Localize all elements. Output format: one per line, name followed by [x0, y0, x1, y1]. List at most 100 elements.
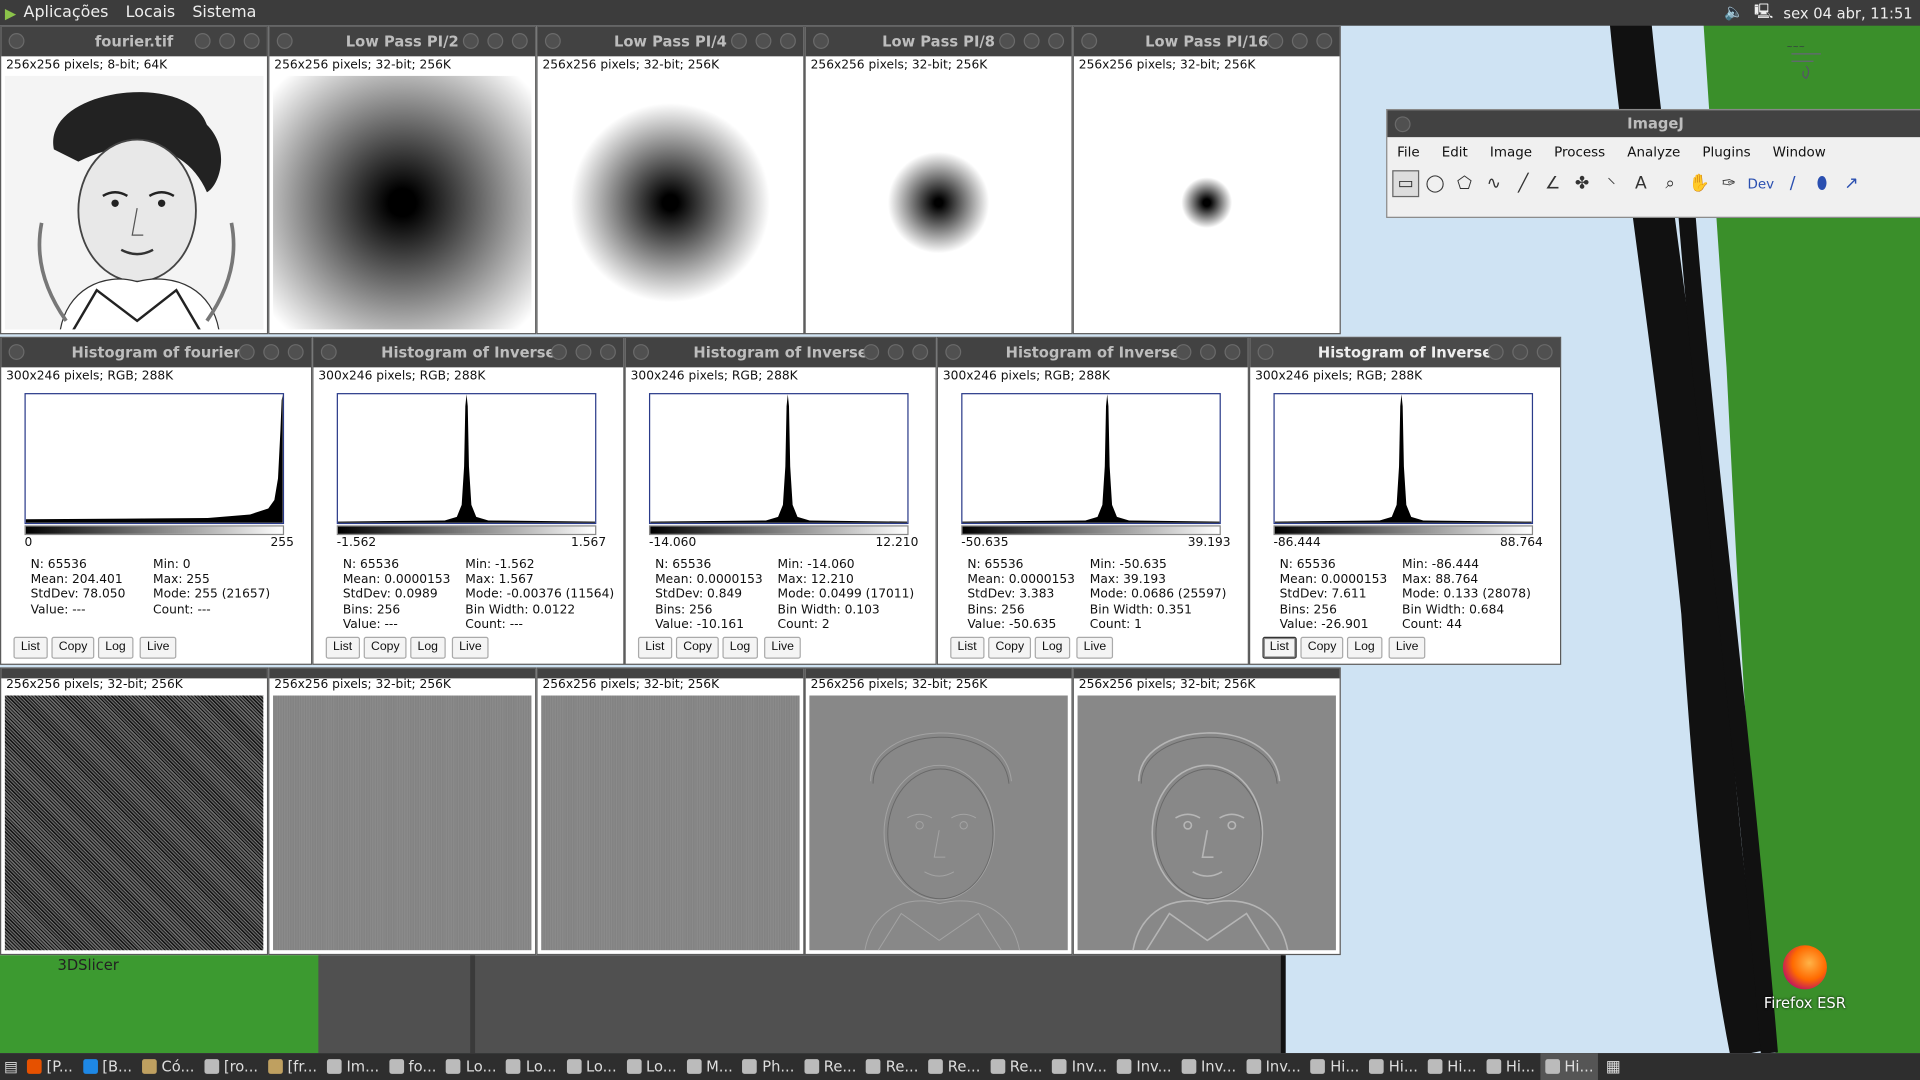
close-button[interactable] — [1316, 33, 1333, 49]
copy-button[interactable]: Copy — [363, 636, 407, 659]
image-canvas[interactable] — [1077, 695, 1336, 951]
text-tool-icon[interactable]: A — [1627, 170, 1654, 197]
minimize-button[interactable] — [1267, 33, 1284, 49]
window-menu-button[interactable] — [320, 344, 337, 361]
line-tool-icon[interactable]: ╱ — [1510, 170, 1537, 197]
desktop-icon-firefox[interactable]: Firefox ESR — [1753, 945, 1856, 1011]
menu-sistema[interactable]: Sistema — [192, 4, 256, 22]
rectangle-tool-icon[interactable]: ▭ — [1392, 170, 1420, 198]
maximize-button[interactable] — [1200, 344, 1216, 361]
workspace-switcher-icon[interactable]: ▦ — [1606, 1057, 1621, 1075]
menu-locais[interactable]: Locais — [126, 4, 176, 22]
desktop-icon-3dslicer[interactable]: 3DSlicer — [37, 956, 140, 973]
menu-aplicacoes[interactable]: Aplicações — [24, 4, 109, 22]
window-menu-button[interactable] — [633, 344, 649, 361]
clock[interactable]: sex 04 abr, 11:51 — [1783, 4, 1912, 21]
window-title-bar[interactable]: Low Pass PI/2 — [269, 26, 536, 57]
close-button[interactable] — [1536, 344, 1553, 361]
live-button[interactable]: Live — [139, 636, 177, 659]
window-menu-button[interactable] — [1081, 33, 1098, 49]
polygon-tool-icon[interactable]: ⬠ — [1451, 170, 1478, 197]
close-button[interactable] — [243, 33, 260, 49]
minimize-button[interactable] — [731, 33, 747, 49]
log-button[interactable]: Log — [1346, 636, 1383, 659]
taskbar-item[interactable]: Hi... — [1306, 1053, 1365, 1080]
image-window[interactable]: 256x256 pixels; 32-bit; 256K — [536, 667, 805, 956]
taskbar-item[interactable]: Inv... — [1112, 1053, 1177, 1080]
window-title-bar[interactable]: Histogram of fourier — [1, 337, 312, 368]
live-button[interactable]: Live — [1076, 636, 1114, 659]
minimize-button[interactable] — [999, 33, 1016, 49]
minimize-button[interactable] — [238, 344, 255, 361]
image-window[interactable]: fourier.tif 256x256 pixels; 8-bit; 64K — [0, 25, 269, 335]
taskbar-item[interactable]: Lo... — [501, 1053, 561, 1080]
volume-icon[interactable]: 🔈 — [1724, 4, 1744, 22]
color-picker-icon[interactable]: ✑ — [1716, 170, 1743, 197]
menu-process[interactable]: Process — [1554, 144, 1605, 160]
window-menu-button[interactable] — [8, 344, 25, 361]
taskbar-item[interactable]: Inv... — [1176, 1053, 1241, 1080]
image-window[interactable]: Low Pass PI/4 256x256 pixels; 32-bit; 256… — [536, 25, 805, 335]
image-canvas[interactable] — [4, 75, 264, 330]
taskbar-item[interactable]: Re... — [861, 1053, 923, 1080]
window-title-bar[interactable]: Histogram of Inverse — [937, 337, 1248, 368]
window-menu-button[interactable] — [1394, 116, 1411, 133]
window-title-bar[interactable] — [1073, 668, 1340, 679]
histogram-window[interactable]: Histogram of Inverse 300x246 pixels; RGB;… — [1248, 336, 1562, 665]
image-window[interactable]: 256x256 pixels; 32-bit; 256K — [1072, 667, 1341, 956]
histogram-plot[interactable] — [1273, 393, 1534, 525]
close-button[interactable] — [912, 344, 929, 361]
oval-tool-icon[interactable]: ◯ — [1422, 170, 1449, 197]
window-title-bar[interactable]: Low Pass PI/8 — [805, 26, 1072, 57]
desktop-document-icon[interactable]: ~~~ — [1782, 34, 1831, 89]
taskbar-item[interactable]: [P... — [22, 1053, 78, 1080]
histogram-plot[interactable] — [336, 393, 597, 525]
copy-button[interactable]: Copy — [51, 636, 95, 659]
log-button[interactable]: Log — [97, 636, 134, 659]
close-button[interactable] — [1224, 344, 1241, 361]
minimize-button[interactable] — [462, 33, 479, 49]
close-button[interactable] — [600, 344, 616, 361]
maximize-button[interactable] — [263, 344, 280, 361]
image-window[interactable]: 256x256 pixels; 32-bit; 256K — [268, 667, 537, 956]
list-button[interactable]: List — [13, 636, 48, 659]
live-button[interactable]: Live — [1388, 636, 1426, 659]
menu-window[interactable]: Window — [1773, 144, 1826, 160]
window-menu-button[interactable] — [276, 33, 293, 49]
maximize-button[interactable] — [1512, 344, 1529, 361]
window-menu-button[interactable] — [8, 33, 25, 49]
image-canvas[interactable] — [809, 75, 1068, 330]
list-button[interactable]: List — [637, 636, 672, 659]
flood-fill-icon[interactable]: ⬮ — [1809, 170, 1836, 197]
maximize-button[interactable] — [1291, 33, 1308, 49]
minimize-button[interactable] — [1175, 344, 1192, 361]
list-button[interactable]: List — [325, 636, 360, 659]
histogram-window[interactable]: Histogram of fourier 300x246 pixels; RGB;… — [0, 336, 313, 665]
list-button[interactable]: List — [1262, 636, 1297, 659]
minimize-button[interactable] — [863, 344, 880, 361]
menu-edit[interactable]: Edit — [1442, 144, 1468, 160]
taskbar-item[interactable]: Lo... — [561, 1053, 621, 1080]
image-window[interactable]: Low Pass PI/8 256x256 pixels; 32-bit; 256… — [804, 25, 1073, 335]
taskbar-item[interactable]: fo... — [384, 1053, 441, 1080]
maximize-button[interactable] — [1023, 33, 1040, 49]
taskbar-item[interactable]: Re... — [923, 1053, 985, 1080]
close-button[interactable] — [1048, 33, 1065, 49]
window-title-bar[interactable]: fourier.tif — [1, 26, 267, 57]
minimize-button[interactable] — [1487, 344, 1504, 361]
hand-tool-icon[interactable]: ✋ — [1686, 170, 1713, 197]
taskbar-item[interactable]: Re... — [799, 1053, 861, 1080]
taskbar-item[interactable]: Lo... — [441, 1053, 501, 1080]
histogram-plot[interactable] — [24, 393, 285, 525]
show-desktop-icon[interactable]: ▤ — [0, 1058, 22, 1075]
image-window[interactable]: Low Pass PI/2 256x256 pixels; 32-bit; 256… — [268, 25, 537, 335]
copy-button[interactable]: Copy — [675, 636, 720, 659]
pipette-icon[interactable]: ↗ — [1838, 170, 1865, 197]
menu-plugins[interactable]: Plugins — [1702, 144, 1750, 160]
maximize-button[interactable] — [755, 33, 772, 49]
taskbar-item[interactable]: Hi... — [1423, 1053, 1482, 1080]
image-canvas[interactable] — [809, 695, 1068, 951]
histogram-window[interactable]: Histogram of Inverse 300x246 pixels; RGB;… — [936, 336, 1249, 665]
window-menu-button[interactable] — [544, 33, 561, 49]
window-title-bar[interactable]: Histogram of Inverse — [625, 337, 936, 368]
